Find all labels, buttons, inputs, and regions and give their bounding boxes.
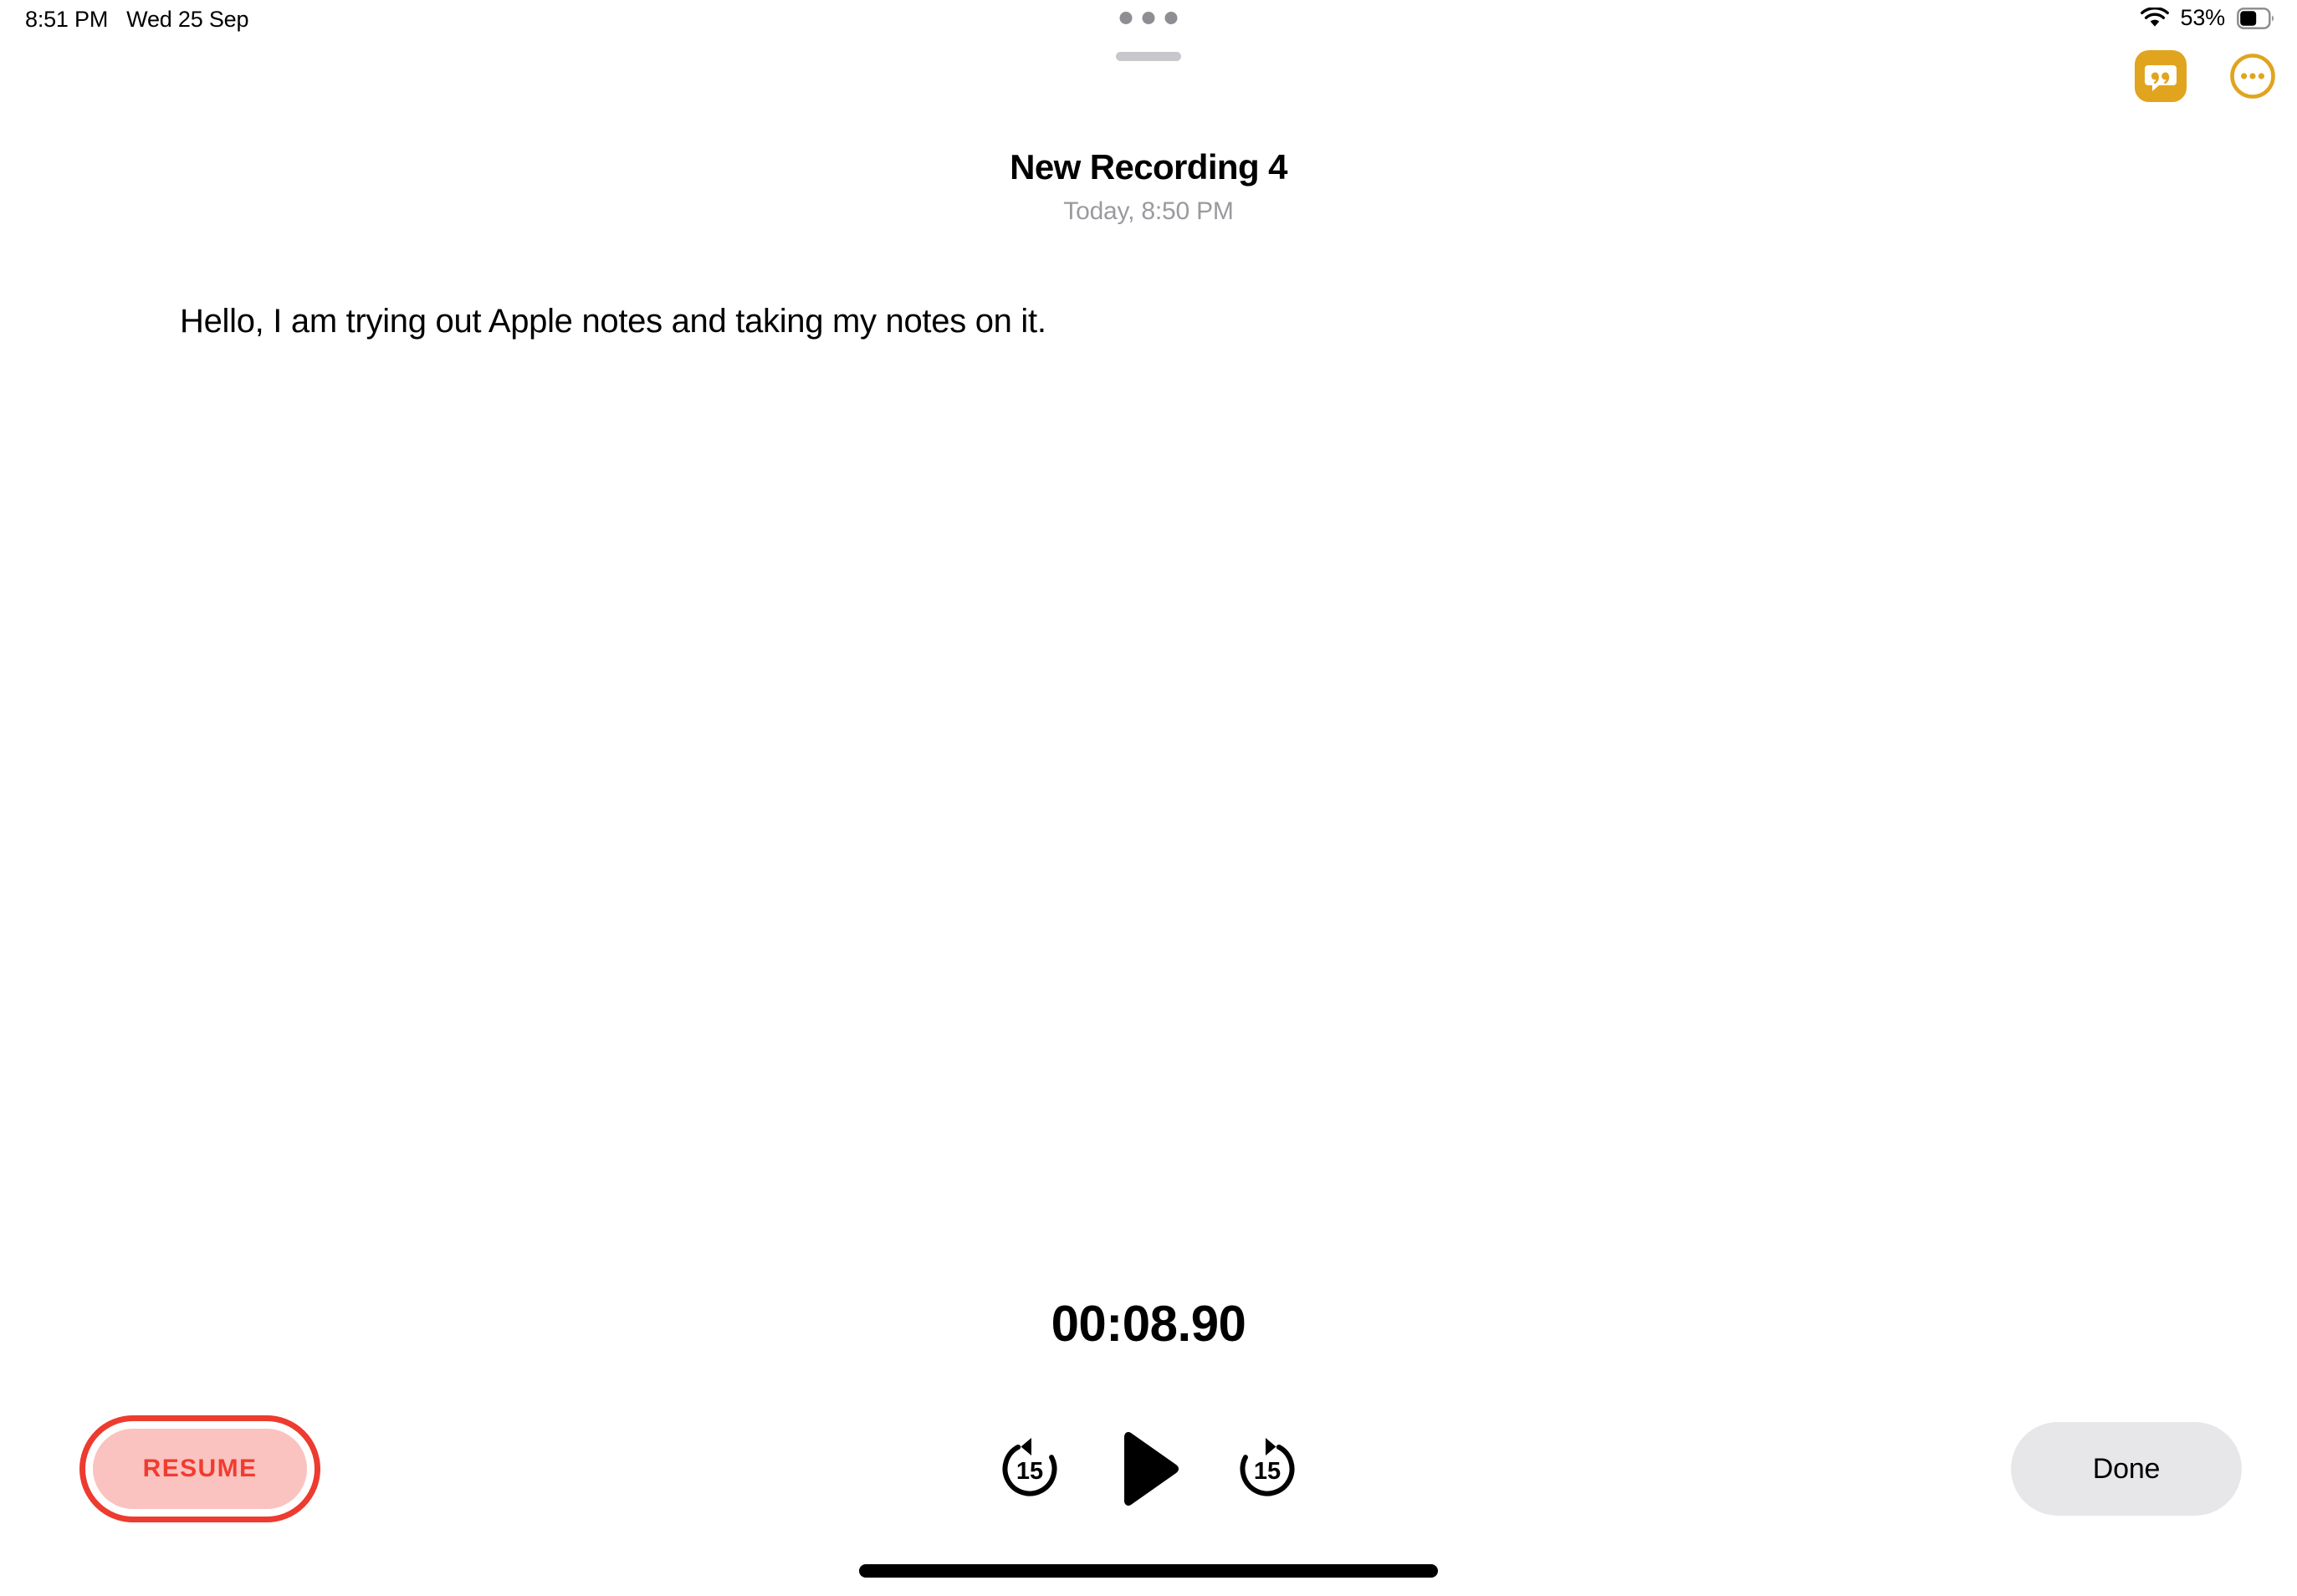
elapsed-time-label: 00:08.90 <box>1051 1296 1246 1352</box>
skip-forward-15-icon[interactable]: 15 <box>1234 1435 1301 1502</box>
status-bar-left: 8:51 PM Wed 25 Sep <box>25 7 248 33</box>
playback-buttons: 15 15 <box>996 1415 1301 1522</box>
done-button[interactable]: Done <box>2011 1422 2242 1516</box>
status-bar-date: Wed 25 Sep <box>126 7 249 32</box>
home-indicator[interactable] <box>859 1564 1438 1578</box>
page-title: New Recording 4 <box>1010 147 1287 187</box>
skip-back-15-icon[interactable]: 15 <box>996 1435 1063 1502</box>
battery-icon <box>2237 7 2275 29</box>
svg-text:15: 15 <box>1254 1458 1281 1485</box>
drag-handle-icon[interactable] <box>1116 52 1181 61</box>
top-action-bar <box>2135 50 2279 102</box>
status-bar-right: 53% <box>2140 5 2275 31</box>
status-bar-time: 8:51 PM <box>25 7 109 32</box>
wifi-icon <box>2140 7 2169 29</box>
multitask-dot <box>1164 12 1178 24</box>
playback-control-bar: RESUME 15 15 Done <box>0 1415 2297 1522</box>
done-button-label: Done <box>2092 1452 2161 1485</box>
more-circle-icon[interactable] <box>2227 50 2279 102</box>
voice-memo-recording-screen: 8:51 PM Wed 25 Sep 53% New Recording 4 T… <box>0 0 2297 1596</box>
battery-percent-label: 53% <box>2180 5 2226 30</box>
multitask-dot <box>1142 12 1155 24</box>
resume-button-label: RESUME <box>142 1455 258 1482</box>
multitask-dot <box>1119 12 1133 24</box>
note-text[interactable]: Hello, I am trying out Apple notes and t… <box>180 299 2117 344</box>
multitask-dots-icon[interactable] <box>1119 12 1178 24</box>
transcript-quote-icon[interactable] <box>2135 50 2187 102</box>
play-icon[interactable] <box>1110 1430 1187 1507</box>
svg-text:15: 15 <box>1016 1458 1043 1485</box>
resume-button-focus-ring[interactable]: RESUME <box>79 1415 320 1522</box>
resume-button[interactable]: RESUME <box>93 1429 307 1509</box>
recording-header: New Recording 4 Today, 8:50 PM <box>0 147 2297 226</box>
recording-timestamp: Today, 8:50 PM <box>1063 197 1234 226</box>
